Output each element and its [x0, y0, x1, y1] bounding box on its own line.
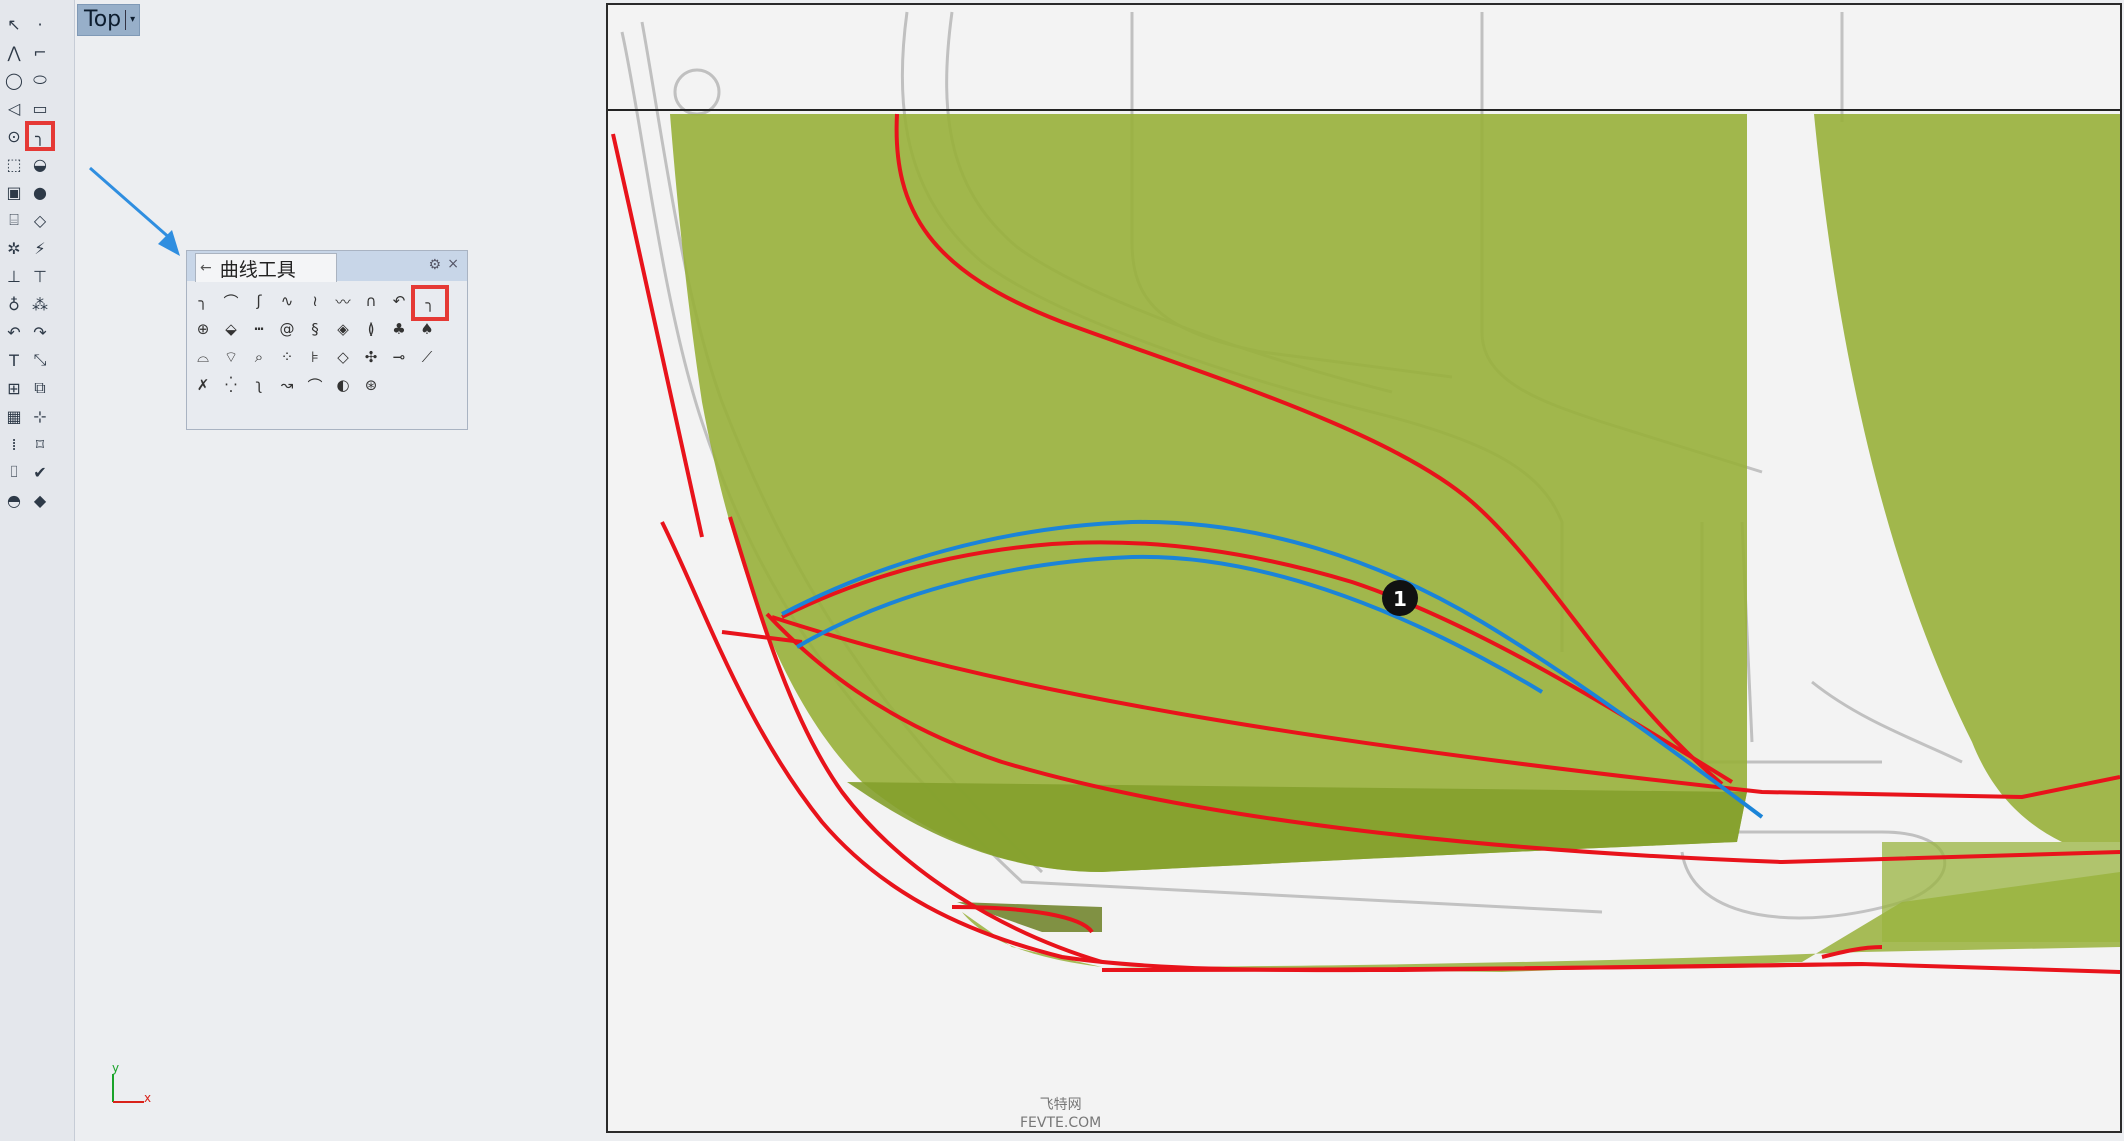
left-toolbar: ↖ · ⋀ ⌐ ◯ ⬭ ◁ ▭ ⊙ ╮ ⬚ ◒ ▣ ● ⌸ ◇ ✲ ⚡ ⊥ ⊤ … [0, 0, 75, 1141]
helix-icon[interactable]: § [303, 317, 327, 341]
join-icon[interactable]: ♁ [2, 292, 26, 316]
project-icon[interactable]: ◈ [331, 317, 355, 341]
handle-curve-icon[interactable]: ∿ [275, 289, 299, 313]
extend-icon[interactable]: ʅ [247, 373, 271, 397]
marker-label: 1 [1393, 587, 1407, 611]
arc-icon[interactable]: ◁ [2, 96, 26, 120]
cylinder-tool-icon[interactable]: ⊛ [359, 373, 383, 397]
pipe-icon[interactable]: ⊕ [191, 317, 215, 341]
curve-icon[interactable]: ╮ [191, 289, 215, 313]
remove-point-icon[interactable]: ✗ [191, 373, 215, 397]
axis-x-label: x [144, 1091, 151, 1105]
ellipse-icon[interactable]: ⬭ [28, 68, 52, 92]
dash-icon[interactable]: ┅ [247, 317, 271, 341]
blend-curve-tool-icon[interactable]: ╮ [411, 285, 449, 321]
edit-points-icon[interactable]: ⊸ [387, 345, 411, 369]
curve-tools-panel: ← 曲线工具 ⚙ × ╮ ⌒ ʃ ∿ ≀ 〰 ∩ ↶ ╮ ⊕ ⬙ ┅ @ § ◈… [186, 250, 468, 430]
gear-icon[interactable]: ⚙ [428, 257, 441, 273]
circle-icon[interactable]: ◯ [2, 68, 26, 92]
material-icon[interactable]: ◆ [28, 488, 52, 512]
fair-curve-icon[interactable]: ⌕ [247, 345, 271, 369]
fillet-icon[interactable]: ↶ [2, 320, 26, 344]
offset-icon[interactable]: ⬙ [219, 317, 243, 341]
point-icon[interactable]: · [28, 12, 52, 36]
contour-icon[interactable]: ♣ [387, 317, 411, 341]
viewport-label[interactable]: Top ▾ [77, 4, 141, 36]
chevron-down-icon[interactable]: ▾ [125, 10, 135, 30]
watermark-line1: 飞特网 [1039, 1097, 1082, 1113]
deg-curve-icon[interactable]: ⌔ [219, 345, 243, 369]
chamfer-icon[interactable]: ↷ [28, 320, 52, 344]
watermark-line2: FEVTE.COM [1020, 1115, 1102, 1131]
viewport-frame[interactable]: 1 [606, 3, 2122, 1133]
snap-icon[interactable]: ⌑ [28, 432, 52, 456]
group-icon[interactable]: ▦ [2, 404, 26, 428]
text-icon[interactable]: T [2, 348, 26, 372]
wave-curve-icon[interactable]: 〰 [331, 289, 355, 313]
trim-icon[interactable]: ⊥ [2, 264, 26, 288]
section-icon[interactable]: ≬ [359, 317, 383, 341]
explode-icon[interactable]: ⁂ [28, 292, 52, 316]
plane-icon[interactable]: ◇ [28, 208, 52, 232]
polyline-icon[interactable]: ⋀ [2, 40, 26, 64]
viewport-name: Top [84, 7, 122, 32]
panel-title: 曲线工具 [219, 258, 296, 281]
layer-icon[interactable]: ⌷ [2, 460, 26, 484]
rebuild-icon[interactable]: ⁘ [275, 345, 299, 369]
sphere-icon[interactable]: ● [28, 180, 52, 204]
connect-icon[interactable]: ↝ [275, 373, 299, 397]
check-icon[interactable]: ✔ [28, 460, 52, 484]
surface-icon[interactable]: ⬚ [2, 152, 26, 176]
loft-icon[interactable]: ◒ [28, 152, 52, 176]
back-arrow-icon[interactable]: ← [200, 260, 212, 276]
select-arrow-icon[interactable]: ↖ [2, 12, 26, 36]
control-point-curve-icon[interactable]: ⌐ [28, 40, 52, 64]
grid-icon[interactable]: ⁞ [2, 432, 26, 456]
fit-curve-icon[interactable]: ⌓ [191, 345, 215, 369]
silhouette-icon[interactable]: ♠ [415, 317, 439, 341]
hook-curve-icon[interactable]: ↶ [387, 289, 411, 313]
box-icon[interactable]: ▣ [2, 180, 26, 204]
insert-point-icon[interactable]: ⁛ [219, 373, 243, 397]
boolean-icon[interactable]: ◐ [331, 373, 355, 397]
light-icon[interactable]: ⚡ [28, 236, 52, 260]
rectangle-icon[interactable]: ▭ [28, 96, 52, 120]
split-icon[interactable]: ⊤ [28, 264, 52, 288]
close-icon[interactable]: × [447, 256, 459, 272]
axis-indicator: y x [112, 1062, 151, 1105]
panel-header: ← 曲线工具 ⚙ × [187, 251, 467, 282]
arc-blend-icon[interactable]: ⌒ [303, 373, 327, 397]
insert-knot-icon[interactable]: ⊧ [303, 345, 327, 369]
cylinder-icon[interactable]: ⌸ [2, 208, 26, 232]
array-icon[interactable]: ⊞ [2, 376, 26, 400]
panel-tab[interactable]: ← 曲线工具 [195, 253, 337, 282]
gear-tools-icon[interactable]: ✲ [2, 236, 26, 260]
spiral-icon[interactable]: @ [275, 317, 299, 341]
watermark: 飞特网 FEVTE.COM [1020, 1096, 1101, 1132]
match-icon[interactable]: ◇ [331, 345, 355, 369]
axis-y-label: y [112, 1062, 119, 1075]
polygon-icon[interactable]: ⊙ [2, 124, 26, 148]
annotation-marker: 1 [1382, 580, 1418, 616]
curve-tools-icon[interactable]: ╮ [25, 121, 55, 151]
arch-curve-icon[interactable]: ∩ [359, 289, 383, 313]
control-points-icon[interactable]: ✣ [359, 345, 383, 369]
sketch-curve-icon[interactable]: ≀ [303, 289, 327, 313]
blend-curve-icon[interactable]: ʃ [247, 289, 271, 313]
scale-icon[interactable]: ⤡ [28, 348, 52, 372]
dimension-icon[interactable]: ⊹ [28, 404, 52, 428]
mirror-icon[interactable]: ⧉ [28, 376, 52, 400]
viewport-canvas: 1 [608, 5, 2120, 1131]
interp-curve-icon[interactable]: ⌒ [219, 289, 243, 313]
render-icon[interactable]: ◓ [2, 488, 26, 512]
adjust-seam-icon[interactable]: ⟋ [415, 345, 439, 369]
